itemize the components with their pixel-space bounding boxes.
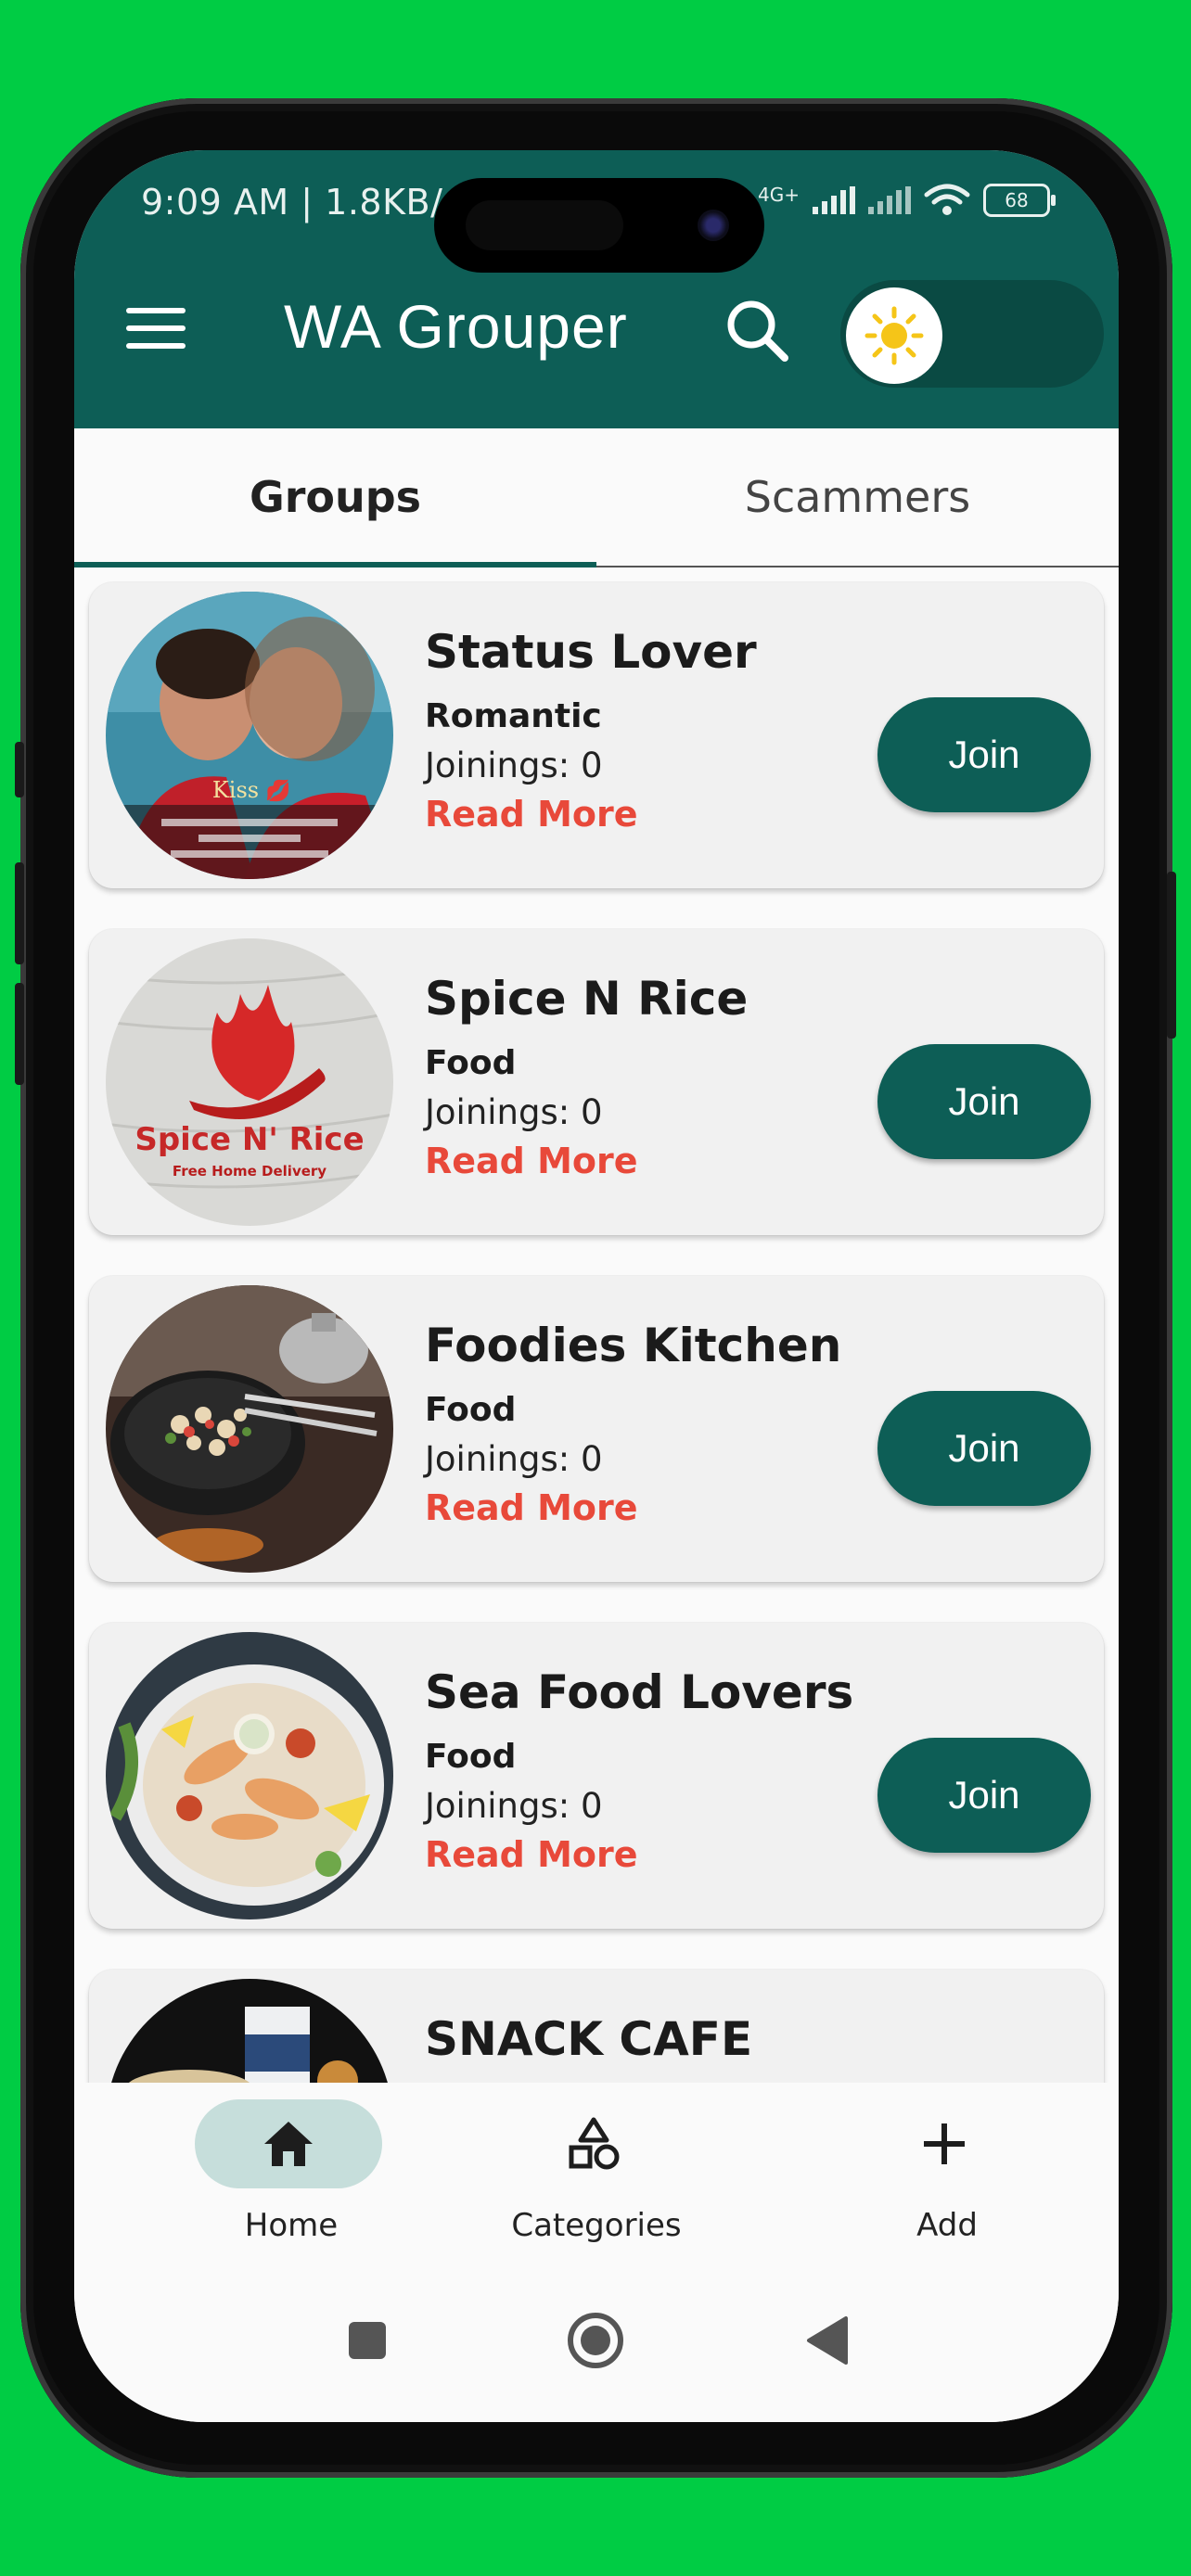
join-button[interactable]: Join bbox=[877, 697, 1091, 812]
group-avatar: Spice N' Rice Free Home Delivery bbox=[106, 938, 393, 1226]
app-screen: 9:09 AM | 1.8KB/ 4G+ 68 WA Grouper Group… bbox=[74, 150, 1119, 2422]
phone-side-button-volume-up bbox=[15, 862, 24, 964]
dynamic-island-sensor bbox=[466, 200, 623, 250]
status-bar-indicators: 4G+ 68 bbox=[758, 184, 1056, 217]
group-joinings: Joinings: 0 bbox=[425, 1786, 603, 1826]
app-bar: 9:09 AM | 1.8KB/ 4G+ 68 WA Grouper bbox=[74, 150, 1119, 428]
wifi-icon bbox=[924, 184, 970, 215]
network-type-label: 4G+ bbox=[758, 184, 800, 206]
group-list[interactable]: Kiss 💋 Status Lover Romantic Joinings: 0… bbox=[74, 569, 1119, 2083]
join-button[interactable]: Join bbox=[877, 1044, 1091, 1159]
nav-item-add[interactable]: Add bbox=[808, 2099, 1086, 2276]
bottom-navigation: Home Categories Add bbox=[74, 2083, 1119, 2277]
status-bar-time: 9:09 AM | 1.8KB/ bbox=[141, 182, 443, 223]
tab-bar: Groups Scammers bbox=[74, 428, 1119, 567]
read-more-link[interactable]: Read More bbox=[425, 1487, 638, 1528]
front-camera-icon bbox=[698, 210, 729, 241]
system-navigation-bar bbox=[74, 2277, 1119, 2422]
tab-groups[interactable]: Groups bbox=[74, 428, 596, 566]
join-button[interactable]: Join bbox=[877, 1738, 1091, 1853]
read-more-link[interactable]: Read More bbox=[425, 794, 638, 835]
group-avatar bbox=[106, 1979, 393, 2083]
nav-label-add: Add bbox=[916, 2207, 978, 2244]
group-category: Romantic bbox=[425, 697, 602, 735]
nav-item-categories[interactable]: Categories bbox=[457, 2099, 736, 2276]
avatar-brand-text: Spice N' Rice bbox=[134, 1121, 364, 1158]
back-triangle-icon[interactable] bbox=[803, 2315, 852, 2366]
active-tab-indicator bbox=[74, 562, 596, 567]
tab-scammers-label: Scammers bbox=[744, 472, 971, 522]
sun-icon bbox=[864, 306, 924, 365]
group-category: Food bbox=[425, 1738, 517, 1776]
battery-icon: 68 bbox=[983, 184, 1056, 217]
shapes-icon bbox=[569, 2117, 620, 2170]
theme-toggle-knob bbox=[846, 287, 942, 384]
recents-square-icon[interactable] bbox=[345, 2318, 390, 2363]
group-card-status-lover[interactable]: Kiss 💋 Status Lover Romantic Joinings: 0… bbox=[89, 582, 1104, 888]
join-button[interactable]: Join bbox=[877, 1391, 1091, 1506]
read-more-link[interactable]: Read More bbox=[425, 1141, 638, 1181]
group-card-foodies-kitchen[interactable]: Foodies Kitchen Food Joinings: 0 Read Mo… bbox=[89, 1276, 1104, 1582]
nav-label-home: Home bbox=[244, 2207, 339, 2244]
signal-icon bbox=[813, 186, 855, 214]
group-card-sea-food-lovers[interactable]: Sea Food Lovers Food Joinings: 0 Read Mo… bbox=[89, 1623, 1104, 1929]
phone-side-button-silent bbox=[15, 742, 24, 797]
signal-icon-secondary bbox=[868, 186, 911, 214]
group-name: Sea Food Lovers bbox=[425, 1665, 854, 1719]
group-avatar bbox=[106, 1285, 393, 1573]
group-name: Foodies Kitchen bbox=[425, 1319, 842, 1372]
group-name: Status Lover bbox=[425, 625, 757, 679]
nav-active-indicator bbox=[195, 2099, 382, 2188]
group-card-spice-n-rice[interactable]: Spice N' Rice Free Home Delivery Spice N… bbox=[89, 929, 1104, 1235]
theme-toggle[interactable] bbox=[840, 280, 1104, 388]
group-card-snack-cafe[interactable]: SNACK CAFE bbox=[89, 1970, 1104, 2083]
group-name: Spice N Rice bbox=[425, 972, 749, 1026]
app-title: WA Grouper bbox=[284, 292, 628, 361]
search-icon[interactable] bbox=[720, 295, 794, 369]
group-joinings: Joinings: 0 bbox=[425, 1092, 603, 1132]
plus-icon bbox=[924, 2123, 965, 2164]
group-avatar bbox=[106, 1632, 393, 1919]
tab-groups-label: Groups bbox=[249, 472, 422, 522]
svg-text:💋: 💋 bbox=[265, 779, 290, 803]
home-circle-icon[interactable] bbox=[566, 2311, 625, 2370]
nav-icon-container bbox=[851, 2099, 1038, 2188]
group-category: Food bbox=[425, 1044, 517, 1082]
nav-icon-container bbox=[500, 2099, 687, 2188]
group-category: Food bbox=[425, 1391, 517, 1429]
nav-item-home[interactable]: Home bbox=[152, 2099, 430, 2276]
avatar-caption-text: Kiss bbox=[212, 777, 259, 803]
tab-scammers[interactable]: Scammers bbox=[596, 428, 1119, 566]
group-avatar: Kiss 💋 bbox=[106, 592, 393, 879]
phone-side-button-power bbox=[1167, 872, 1176, 1039]
group-joinings: Joinings: 0 bbox=[425, 1439, 603, 1479]
group-joinings: Joinings: 0 bbox=[425, 746, 603, 785]
dynamic-island bbox=[434, 178, 764, 273]
home-icon bbox=[264, 2122, 313, 2166]
read-more-link[interactable]: Read More bbox=[425, 1834, 638, 1875]
hamburger-menu-icon[interactable] bbox=[126, 308, 186, 349]
avatar-tagline-text: Free Home Delivery bbox=[173, 1163, 327, 1180]
group-name: SNACK CAFE bbox=[425, 2012, 753, 2066]
nav-label-categories: Categories bbox=[511, 2207, 682, 2244]
phone-side-button-volume-down bbox=[15, 983, 24, 1085]
